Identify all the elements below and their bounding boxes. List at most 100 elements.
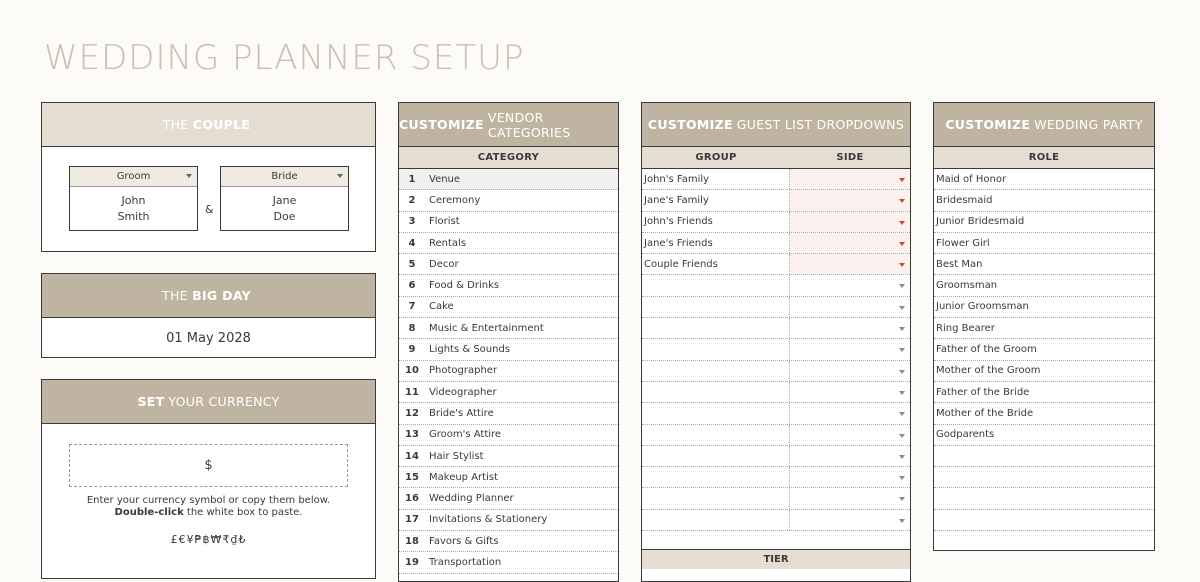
side-dropdown[interactable] [790,297,910,317]
role-row[interactable]: Groomsman [934,275,1154,297]
vendor-row-label[interactable]: Videographer [425,387,497,398]
role-row[interactable]: Mother of the Bride [934,403,1154,425]
chevron-down-icon[interactable] [899,305,905,310]
chevron-down-icon[interactable] [899,476,905,481]
vendor-row-label[interactable]: Rentals [425,238,466,249]
vendor-row[interactable]: 16 Wedding Planner [399,488,618,510]
side-dropdown[interactable] [790,339,910,359]
chevron-down-icon[interactable] [899,412,905,417]
role-row[interactable] [934,467,1154,489]
vendor-row-label[interactable]: Decor [425,259,459,270]
role-row[interactable] [934,488,1154,510]
vendor-row[interactable]: 9 Lights & Sounds [399,339,618,361]
chevron-down-icon[interactable] [899,284,905,289]
chevron-down-icon[interactable] [186,174,192,178]
chevron-down-icon[interactable] [899,454,905,459]
group-cell[interactable] [642,403,790,424]
group-cell[interactable] [642,424,790,445]
vendor-row-label[interactable]: Music & Entertainment [425,323,544,334]
group-cell[interactable] [642,296,790,318]
role-row[interactable]: Godparents [934,425,1154,446]
vendor-row-label[interactable]: Florist [425,216,460,227]
vendor-row[interactable]: 13 Groom's Attire [399,425,618,446]
vendor-row-label[interactable]: Wedding Planner [425,493,514,504]
chevron-down-icon[interactable] [899,220,905,225]
side-dropdown[interactable] [790,403,910,423]
vendor-row[interactable]: 4 Rentals [399,233,618,255]
vendor-row[interactable]: 2 Ceremony [399,190,618,212]
vendor-row-label[interactable]: Photographer [425,365,497,376]
group-cell[interactable] [642,318,790,339]
vendor-row[interactable]: 18 Favors & Gifts [399,531,618,553]
vendor-row-label[interactable]: Venue [425,174,460,185]
currency-symbols[interactable]: £€¥₱฿₩₹₫₺ [42,533,375,546]
chevron-down-icon[interactable] [899,369,905,374]
chevron-down-icon[interactable] [899,327,905,332]
vendor-row[interactable]: 19 Transportation [399,552,618,574]
vendor-row[interactable]: 5 Decor [399,254,618,276]
chevron-down-icon[interactable] [899,241,905,246]
group-cell[interactable] [642,339,790,360]
vendor-row-label[interactable]: Favors & Gifts [425,536,498,547]
groom-box[interactable]: Groom John Smith [69,166,198,231]
bride-first-name[interactable]: Jane [221,193,348,209]
groom-first-name[interactable]: John [70,193,197,209]
vendor-row[interactable]: 15 Makeup Artist [399,467,618,489]
chevron-down-icon[interactable] [899,199,905,204]
group-cell[interactable]: Jane's Family [642,190,790,211]
vendor-row-label[interactable]: Hair Stylist [425,451,484,462]
role-row[interactable] [934,510,1154,532]
currency-input[interactable]: $ [69,444,348,487]
side-dropdown[interactable] [790,510,910,530]
vendor-row-label[interactable]: Lights & Sounds [425,344,510,355]
side-dropdown[interactable] [790,190,910,211]
role-row[interactable]: Mother of the Groom [934,361,1154,382]
vendor-row-label[interactable]: Food & Drinks [425,280,499,291]
role-row[interactable]: Maid of Honor [934,169,1154,191]
role-row[interactable] [934,531,1154,550]
vendor-row[interactable]: 3 Florist [399,212,618,233]
chevron-down-icon[interactable] [899,263,905,268]
group-cell[interactable]: John's Family [642,169,790,190]
group-cell[interactable] [642,360,790,381]
chevron-down-icon[interactable] [899,497,905,502]
group-cell[interactable] [642,445,790,467]
chevron-down-icon[interactable] [337,174,343,178]
role-row[interactable]: Father of the Bride [934,382,1154,404]
vendor-row[interactable]: 12 Bride's Attire [399,403,618,425]
side-dropdown[interactable] [790,211,910,232]
chevron-down-icon[interactable] [899,518,905,523]
group-cell[interactable]: Couple Friends [642,254,790,275]
vendor-row-label[interactable]: Makeup Artist [425,472,498,483]
side-dropdown[interactable] [790,446,910,466]
bride-box[interactable]: Bride Jane Doe [220,166,349,231]
group-cell[interactable] [642,488,790,509]
groom-last-name[interactable]: Smith [70,209,197,225]
side-dropdown[interactable] [790,254,910,275]
role-row[interactable]: Ring Bearer [934,318,1154,340]
role-row[interactable]: Junior Groomsman [934,297,1154,319]
vendor-row-label[interactable]: Invitations & Stationery [425,514,547,525]
side-dropdown[interactable] [790,275,910,295]
groom-dropdown[interactable]: Groom [70,167,197,187]
chevron-down-icon[interactable] [899,348,905,353]
wedding-date[interactable]: 01 May 2028 [42,318,375,359]
role-row[interactable]: Flower Girl [934,233,1154,255]
chevron-down-icon[interactable] [899,390,905,395]
side-dropdown[interactable] [790,425,910,445]
side-dropdown[interactable] [790,361,910,381]
vendor-row[interactable]: 1 Venue [399,169,618,191]
vendor-row[interactable]: 6 Food & Drinks [399,275,618,297]
vendor-row[interactable]: 17 Invitations & Stationery [399,510,618,532]
vendor-row-label[interactable]: Ceremony [425,195,480,206]
vendor-row[interactable]: 7 Cake [399,297,618,319]
vendor-row-label[interactable]: Cake [425,301,454,312]
group-cell[interactable] [642,381,790,403]
side-dropdown[interactable] [790,467,910,487]
role-row[interactable]: Bridesmaid [934,190,1154,212]
bride-dropdown[interactable]: Bride [221,167,348,187]
vendor-row[interactable]: 8 Music & Entertainment [399,318,618,340]
chevron-down-icon[interactable] [899,178,905,182]
group-cell[interactable] [642,509,790,531]
vendor-row[interactable]: 14 Hair Stylist [399,446,618,468]
